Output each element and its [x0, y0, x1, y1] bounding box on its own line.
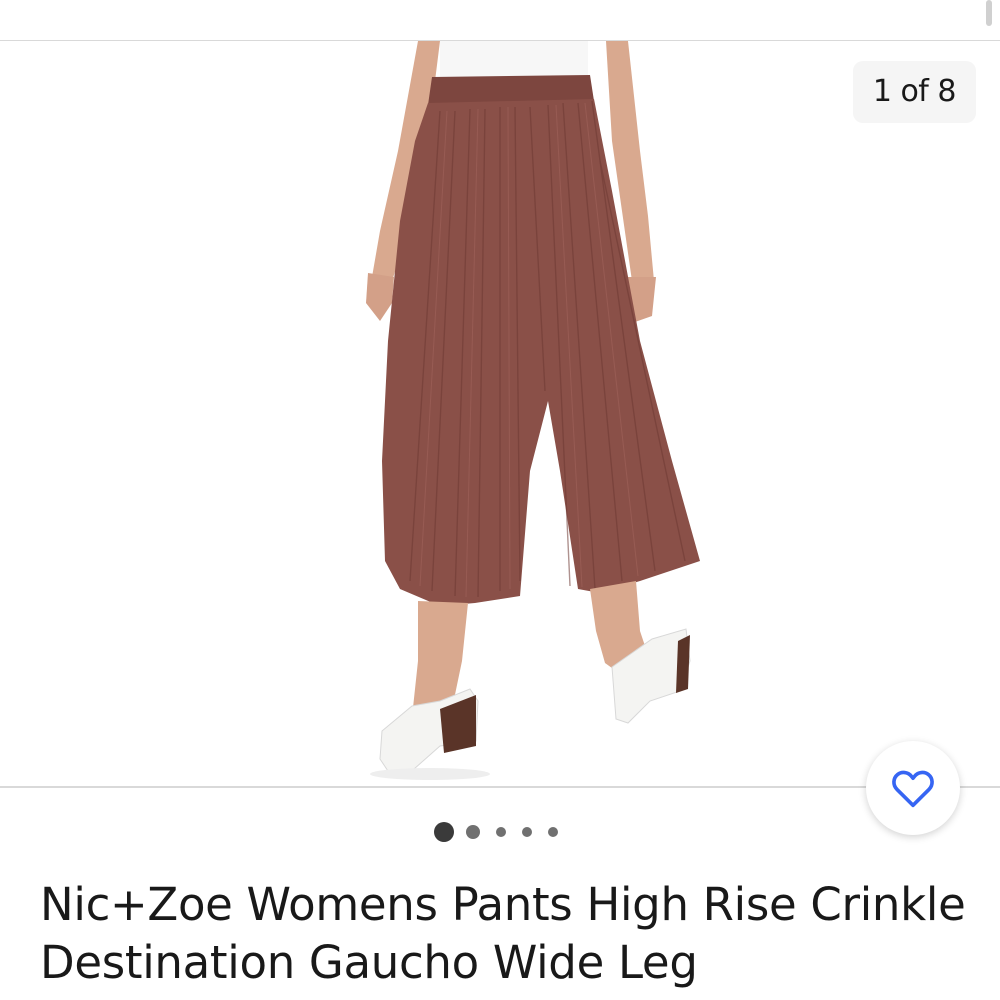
pagination-dot-active[interactable]	[433, 822, 454, 842]
image-pagination-dots	[0, 820, 1000, 844]
divider	[0, 786, 1000, 788]
right-heel-shape	[676, 635, 690, 693]
heart-outline-icon	[892, 770, 934, 808]
scrollbar-thumb[interactable]	[986, 0, 992, 26]
image-counter-badge: 1 of 8	[852, 61, 976, 123]
top-bar	[0, 0, 1000, 41]
listing-title: Nic+Zoe Womens Pants High Rise Crinkle D…	[40, 878, 966, 989]
shadow-shape	[370, 768, 490, 780]
product-photo	[366, 41, 700, 780]
left-hand-shape	[366, 273, 394, 321]
product-image-gallery[interactable]: 1 of 8	[0, 41, 1000, 786]
pants-shape	[382, 99, 700, 606]
pagination-dot[interactable]	[521, 827, 532, 837]
white-top-shape	[440, 41, 588, 81]
pagination-dot[interactable]	[465, 825, 480, 839]
pagination-dot[interactable]	[495, 827, 506, 837]
pagination-dot[interactable]	[547, 827, 558, 837]
